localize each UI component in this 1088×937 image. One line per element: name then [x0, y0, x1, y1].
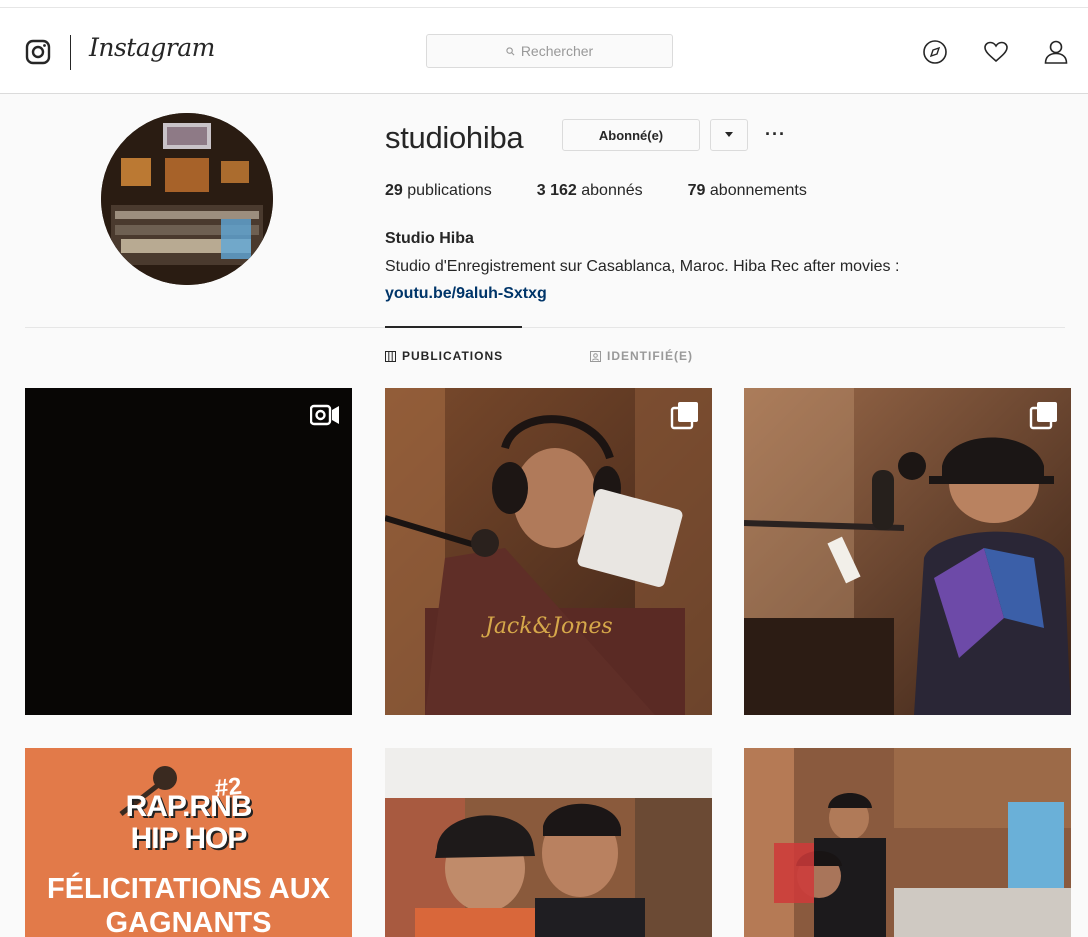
user-icon[interactable] [1043, 39, 1069, 65]
stat-followers-label: abonnés [581, 182, 643, 199]
profile-username: studiohiba [385, 120, 524, 155]
stat-following[interactable]: 79 abonnements [688, 182, 807, 200]
logo-divider [70, 35, 71, 70]
explore-compass-icon[interactable] [922, 39, 948, 65]
promo-edition-number: #2 [213, 772, 243, 803]
promo-genre-line2: HIP HOP [130, 822, 248, 855]
profile-stats: 29 publications 3 162 abonnés 79 abonnem… [385, 182, 852, 200]
post-tile-contest-promo[interactable]: RAP.RNB HIP HOP #2 FÉLICITATIONS AUX GAG… [25, 748, 352, 937]
window-top-edge [0, 0, 1088, 8]
suggestions-dropdown-button[interactable] [710, 119, 748, 151]
stat-following-value: 79 [687, 182, 706, 199]
caret-down-icon [725, 132, 733, 137]
instagram-wordmark[interactable]: Instagram [89, 33, 215, 62]
post-tile-two-artists[interactable] [385, 748, 712, 937]
stat-following-label: abonnements [709, 182, 807, 199]
stat-publications-label: publications [407, 182, 492, 199]
post-tile-singer-recording[interactable]: Jack&Jones [385, 388, 712, 715]
carousel-badge-icon [1029, 402, 1057, 430]
heart-icon[interactable] [983, 39, 1009, 65]
following-button[interactable]: Abonné(e) [562, 119, 700, 151]
post-photo-studio-session [744, 748, 1071, 937]
stat-publications-value: 29 [385, 182, 403, 199]
svg-text:Jack&Jones: Jack&Jones [481, 614, 613, 639]
video-badge-icon [310, 404, 339, 426]
grid-icon [385, 350, 396, 362]
tabs-separator [25, 327, 1065, 328]
post-tile-rapper-recording[interactable] [744, 388, 1071, 715]
post-photo-two-artists [385, 748, 712, 937]
search-icon [506, 46, 515, 55]
top-navbar: Instagram Rechercher [0, 8, 1088, 94]
tab-tagged[interactable]: IDENTIFIÉ(E) [590, 349, 693, 363]
profile-link[interactable]: youtu.be/9aluh-Sxtxg [385, 285, 547, 303]
active-tab-indicator [385, 326, 522, 328]
instagram-camera-icon[interactable] [25, 39, 51, 65]
stat-publications: 29 publications [385, 182, 492, 200]
post-photo-rapper-recording [744, 388, 1071, 715]
tagged-icon [590, 350, 601, 362]
promo-congrats-line: FÉLICITATIONS AUX [46, 873, 330, 905]
profile-avatar[interactable] [101, 113, 273, 285]
stat-followers-value: 3 162 [536, 182, 577, 199]
post-photo-singer-recording: Jack&Jones [385, 388, 712, 715]
post-tile-studio-session[interactable] [744, 748, 1071, 937]
search-input[interactable]: Rechercher [426, 34, 673, 68]
search-placeholder: Rechercher [520, 43, 594, 59]
tab-publications[interactable]: PUBLICATIONS [385, 349, 503, 363]
profile-full-name: Studio Hiba [385, 230, 474, 247]
more-options-button[interactable]: ··· [765, 124, 786, 145]
tab-publications-label: PUBLICATIONS [402, 349, 504, 363]
stat-followers[interactable]: 3 162 abonnés [537, 182, 643, 200]
post-tile-video[interactable] [25, 388, 352, 715]
tab-tagged-label: IDENTIFIÉ(E) [607, 349, 693, 363]
avatar-studio-picture [101, 113, 273, 285]
profile-bio: Studio d'Enregistrement sur Casablanca, … [385, 258, 900, 275]
carousel-badge-icon [670, 402, 698, 430]
promo-genre-line1: RAP.RNB [125, 790, 253, 823]
promo-winners-line: GAGNANTS [105, 907, 272, 937]
